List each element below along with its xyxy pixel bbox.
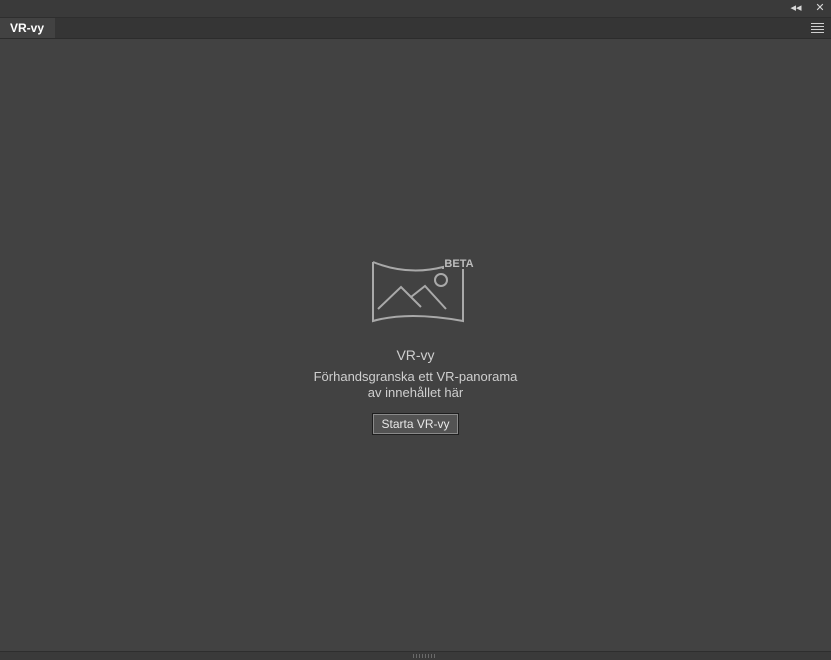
empty-state-title: VR-vy — [396, 347, 435, 363]
start-vr-view-button[interactable]: Starta VR-vy — [372, 413, 459, 435]
empty-state: BETA VR-vy Förhandsgranska ett VR-panora… — [0, 259, 831, 435]
description-line-2: av innehållet här — [367, 385, 464, 400]
empty-state-description: Förhandsgranska ett VR-panorama av inneh… — [0, 369, 831, 401]
vr-panorama-icon: BETA — [371, 259, 473, 323]
panel-menu-icon[interactable] — [811, 23, 824, 33]
description-line-1: Förhandsgranska ett VR-panorama — [313, 369, 518, 384]
close-icon[interactable]: ✕ — [810, 0, 830, 17]
panel-content: BETA VR-vy Förhandsgranska ett VR-panora… — [0, 39, 831, 651]
tab-vr-vy[interactable]: VR-vy — [0, 18, 55, 38]
beta-badge: BETA — [444, 259, 473, 270]
panel-title-bar: ◂◂ ✕ — [0, 0, 831, 18]
panel-tab-strip: VR-vy — [0, 18, 831, 39]
collapse-panel-icon[interactable]: ◂◂ — [786, 0, 806, 17]
resize-grip-icon[interactable] — [413, 654, 437, 658]
